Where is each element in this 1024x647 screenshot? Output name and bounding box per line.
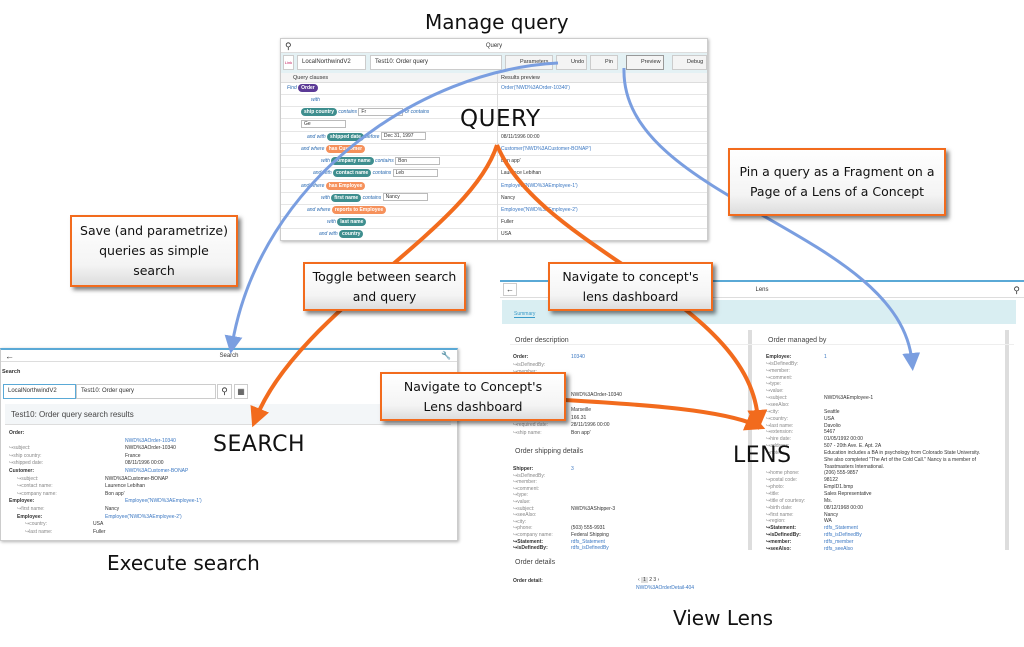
callout-nav-concept: Navigate to Concept's Lens dashboard <box>380 372 566 421</box>
callout-toggle: Toggle between search and query <box>303 262 466 311</box>
callout-nav-lens: Navigate to concept's lens dashboard <box>548 262 713 311</box>
arrows <box>224 61 921 431</box>
callout-pin: Pin a query as a Fragment on a Page of a… <box>728 148 946 216</box>
callout-save: Save (and parametrize) queries as simple… <box>70 215 238 287</box>
arrow-search-to-lens <box>564 398 766 431</box>
caption-view-lens: View Lens <box>673 606 774 630</box>
caption-execute-search: Execute search <box>107 551 260 575</box>
